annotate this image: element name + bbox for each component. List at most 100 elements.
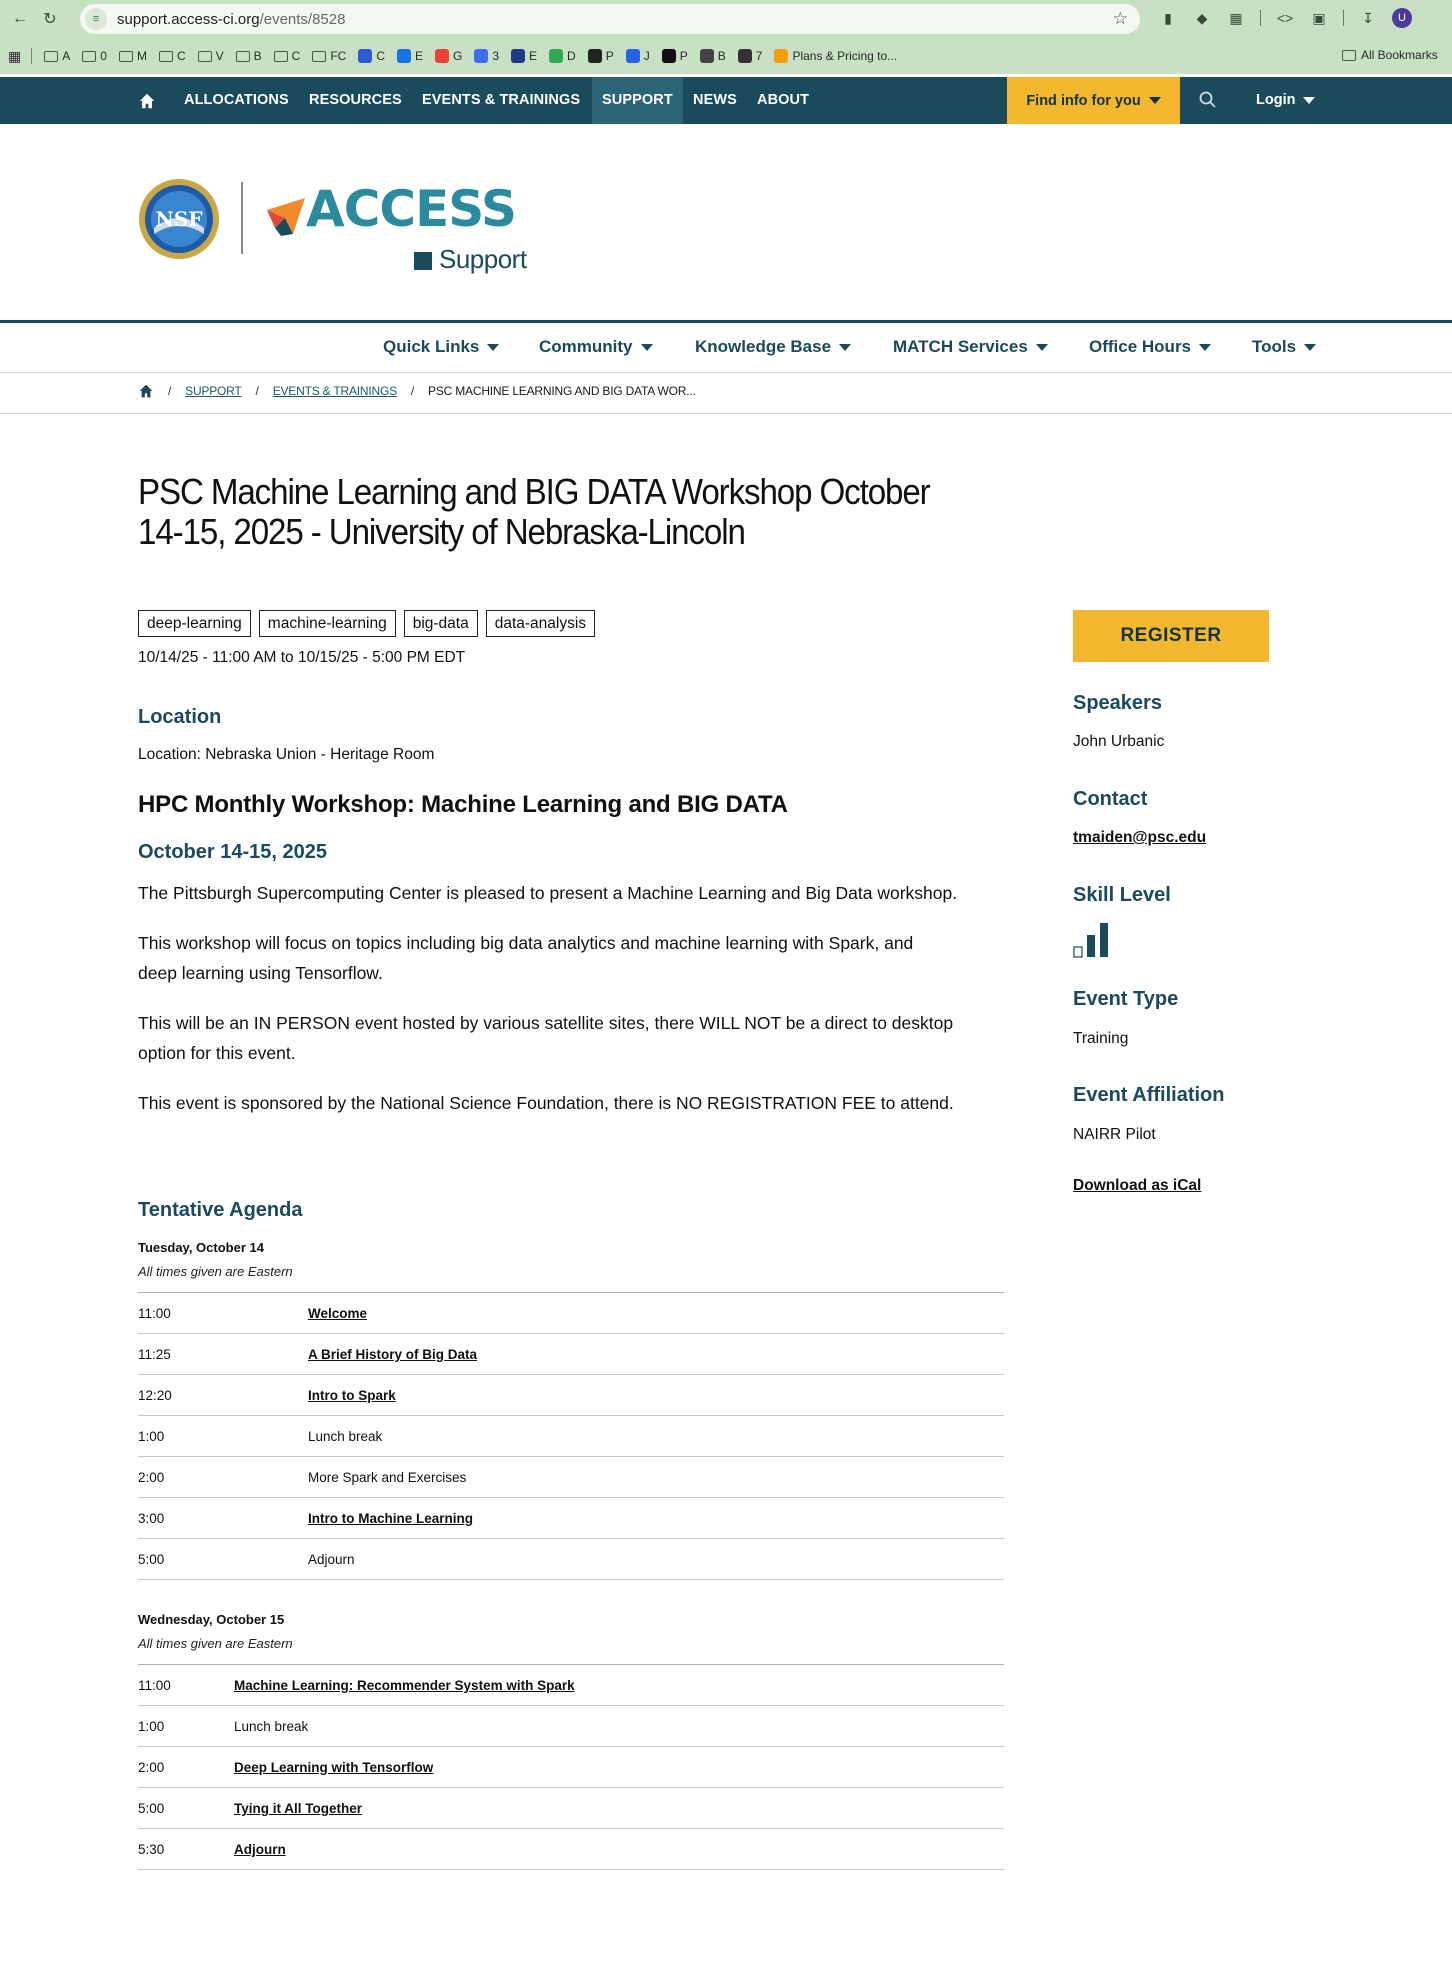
download-icon[interactable]: ↧ (1358, 8, 1378, 28)
all-bookmarks-folder[interactable]: All Bookmarks (1342, 48, 1438, 62)
contact-email-link[interactable]: tmaiden@psc.edu (1073, 829, 1206, 847)
agenda-session-link[interactable]: Adjourn (234, 1842, 286, 1857)
nav-news[interactable]: NEWS (693, 77, 737, 124)
bookmark-label: Plans & Pricing to... (792, 49, 898, 63)
folder-icon (312, 50, 327, 62)
agenda-session-link[interactable]: Machine Learning: Recommender System wit… (234, 1678, 575, 1693)
bookmark-item[interactable]: P (661, 49, 688, 63)
bookmark-item[interactable]: A (44, 49, 70, 63)
agenda-session-link[interactable]: Deep Learning with Tensorflow (234, 1760, 433, 1775)
subnav-tools[interactable]: Tools (1252, 337, 1317, 357)
home-icon[interactable] (138, 383, 154, 399)
bookmark-item[interactable]: D (549, 49, 576, 63)
extensions-puzzle-icon[interactable]: ▦ (1226, 8, 1246, 28)
nav-support[interactable]: SUPPORT (592, 77, 683, 124)
register-button[interactable]: REGISTER (1073, 610, 1269, 662)
bookmark-item[interactable]: C (358, 49, 385, 63)
bookmark-item[interactable]: C (158, 49, 186, 63)
agenda-row: 3:00 Intro to Machine Learning (138, 1498, 1004, 1539)
breadcrumb-support-link[interactable]: SUPPORT (185, 384, 242, 398)
folder-icon (158, 50, 173, 62)
nav-allocations[interactable]: ALLOCATIONS (184, 77, 289, 124)
skill-bar (1087, 935, 1095, 957)
subnav-community[interactable]: Community (539, 337, 653, 357)
bookmark-item[interactable]: FC (312, 49, 346, 63)
find-info-button[interactable]: Find info for you (1007, 77, 1180, 124)
bookmark-item[interactable]: 3 (474, 49, 499, 63)
subnav-knowledge-base[interactable]: Knowledge Base (695, 337, 852, 357)
subnav-label: Community (539, 337, 633, 356)
skill-bar (1100, 923, 1108, 957)
bookmark-item[interactable]: 7 (737, 49, 762, 63)
search-icon[interactable] (1198, 90, 1218, 110)
bookmark-label: 0 (100, 49, 107, 63)
extension-chart-icon[interactable]: ▮ (1158, 8, 1178, 28)
speaker-name: John Urbanic (1073, 733, 1165, 750)
location-heading: Location (138, 706, 222, 728)
agenda-time: 11:00 (138, 1678, 171, 1693)
extension-shield-icon[interactable]: ◆ (1192, 8, 1212, 28)
breadcrumb-current: PSC MACHINE LEARNING AND BIG DATA WOR... (428, 384, 696, 398)
profile-avatar[interactable]: U (1392, 8, 1412, 28)
agenda-heading: Tentative Agenda (138, 1199, 303, 1221)
apps-grid-icon[interactable]: ▦ (8, 48, 21, 65)
bookmark-item[interactable]: E (396, 49, 423, 63)
bookmark-label: FC (330, 49, 347, 63)
agenda-session-title: Lunch break (308, 1429, 383, 1444)
bookmark-item[interactable]: E (511, 49, 537, 63)
agenda-session-link[interactable]: Tying it All Together (234, 1801, 362, 1816)
bookmark-item[interactable]: B (699, 49, 726, 63)
agenda-time: 2:00 (138, 1470, 165, 1485)
bookmarks-bar: ▦ A 0 M C V B C FC C E G 3 E D P J P B 7 Plans & Pricing to… (0, 38, 1452, 74)
nav-events-trainings[interactable]: EVENTS & TRAININGS (422, 77, 580, 124)
devtools-code-icon[interactable]: <> (1275, 8, 1295, 28)
favicon-icon (358, 49, 373, 63)
tab-search-icon[interactable]: ▣ (1309, 8, 1329, 28)
tag-data-analysis[interactable]: data-analysis (485, 610, 596, 637)
subnav-label: Tools (1252, 337, 1297, 356)
nav-about[interactable]: ABOUT (757, 77, 809, 124)
back-icon[interactable]: ← (10, 9, 30, 29)
agenda-row: 2:00 Deep Learning with Tensorflow (138, 1747, 1004, 1788)
agenda-time: 5:00 (138, 1801, 165, 1816)
seal-text: NSF (156, 207, 203, 231)
agenda-time: 1:00 (138, 1719, 165, 1734)
subnav-office-hours[interactable]: Office Hours (1089, 337, 1212, 357)
bookmark-item[interactable]: V (197, 49, 224, 63)
bookmark-label: V (215, 49, 224, 63)
tag-big-data[interactable]: big-data (403, 610, 478, 637)
skill-level-heading: Skill Level (1073, 884, 1171, 906)
agenda-row: 12:20 Intro to Spark (138, 1375, 1004, 1416)
tag-deep-learning[interactable]: deep-learning (138, 610, 251, 637)
bookmark-item[interactable]: M (118, 49, 147, 63)
site-logo[interactable]: NSF ACCESS Support (138, 178, 538, 278)
agenda-session-link[interactable]: Intro to Spark (308, 1388, 396, 1403)
breadcrumb-events-link[interactable]: EVENTS & TRAININGS (273, 384, 397, 398)
nav-resources[interactable]: RESOURCES (309, 77, 402, 124)
bookmark-item[interactable]: G (435, 49, 462, 63)
breadcrumb-border (0, 413, 1452, 414)
bookmark-item[interactable]: Plans & Pricing to... (774, 49, 897, 63)
reload-icon[interactable]: ↻ (40, 9, 60, 29)
download-ical-link[interactable]: Download as iCal (1073, 1177, 1201, 1195)
favicon-icon (661, 49, 676, 63)
site-settings-icon[interactable]: ≡ (85, 8, 107, 30)
description-paragraph: This will be an IN PERSON event hosted b… (138, 1013, 954, 1063)
agenda-session-link[interactable]: Welcome (308, 1306, 367, 1321)
tag-machine-learning[interactable]: machine-learning (258, 610, 396, 637)
agenda-session-link[interactable]: A Brief History of Big Data (308, 1347, 477, 1362)
bookmark-item[interactable]: 0 (82, 49, 107, 63)
bookmark-item[interactable]: J (625, 49, 650, 63)
home-icon[interactable] (138, 92, 156, 110)
bookmark-item[interactable]: P (587, 49, 614, 63)
login-button[interactable]: Login (1256, 77, 1316, 124)
address-bar[interactable]: ≡ support.access-ci.org/events/8528 ☆ (80, 4, 1140, 34)
bookmark-label: B (253, 49, 262, 63)
bookmark-item[interactable]: B (235, 49, 262, 63)
bookmark-item[interactable]: C (273, 49, 300, 63)
subnav-quick-links[interactable]: Quick Links (383, 337, 500, 357)
agenda-session-link[interactable]: Intro to Machine Learning (308, 1511, 473, 1526)
bookmark-star-icon[interactable]: ☆ (1113, 9, 1128, 29)
subnav-match-services[interactable]: MATCH Services (893, 337, 1048, 357)
breadcrumb-separator: / (410, 384, 415, 398)
